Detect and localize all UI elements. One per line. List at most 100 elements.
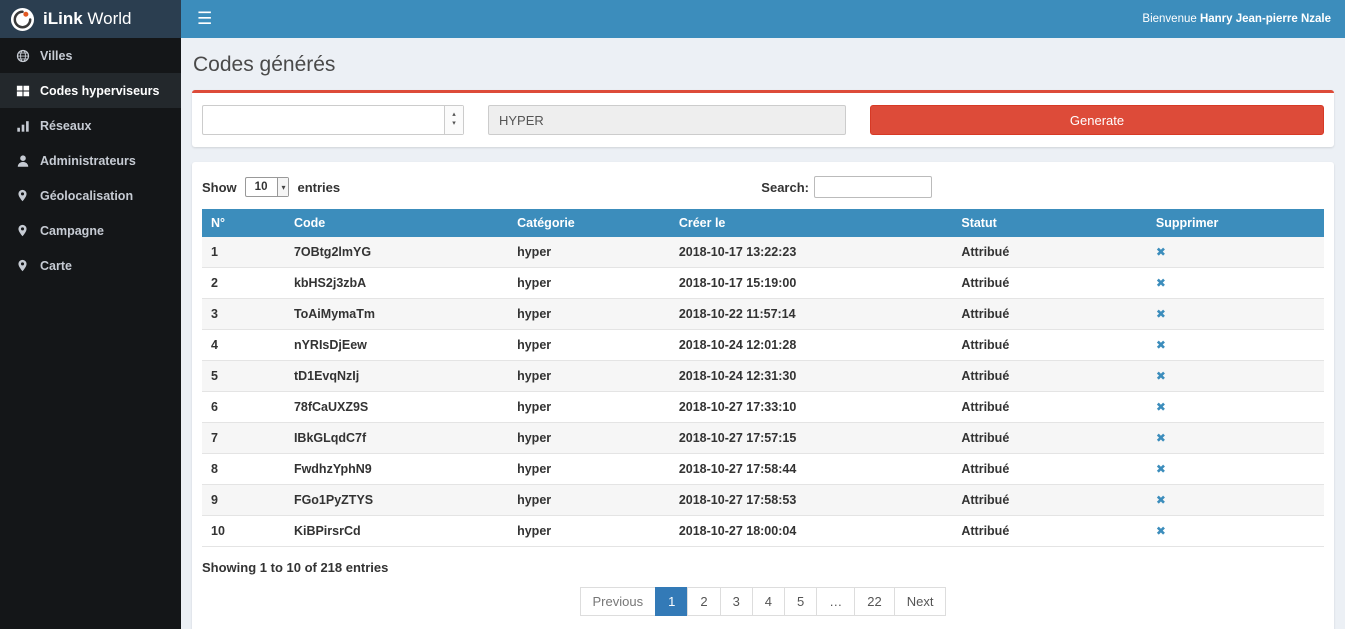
sidebar-item-label: Codes hyperviseurs (40, 84, 160, 98)
delete-x-icon[interactable]: ✖ (1156, 493, 1166, 507)
cell-category: hyper (508, 454, 670, 485)
table-row: 8FwdhzYphN9hyper2018-10-27 17:58:44Attri… (202, 454, 1324, 485)
delete-x-icon[interactable]: ✖ (1156, 245, 1166, 259)
table-row: 4nYRIsDjEewhyper2018-10-24 12:01:28Attri… (202, 330, 1324, 361)
page-title: Codes générés (193, 53, 1334, 77)
cell-created: 2018-10-27 18:00:04 (670, 516, 953, 547)
sidebar-item-campagne[interactable]: Campagne (0, 213, 181, 248)
cell-delete: ✖ (1147, 516, 1324, 547)
cell-category: hyper (508, 299, 670, 330)
cell-created: 2018-10-27 17:33:10 (670, 392, 953, 423)
brand[interactable]: iLink World (0, 0, 181, 38)
cell-status: Attribué (952, 454, 1147, 485)
cell-status: Attribué (952, 361, 1147, 392)
column-header-statut[interactable]: Statut (952, 209, 1147, 237)
cell-num: 4 (202, 330, 285, 361)
cell-created: 2018-10-27 17:58:44 (670, 454, 953, 485)
sidebar-item-villes[interactable]: Villes (0, 38, 181, 73)
navbar: ☰ Bienvenue Hanry Jean-pierre Nzale (181, 0, 1345, 38)
cell-num: 7 (202, 423, 285, 454)
delete-x-icon[interactable]: ✖ (1156, 276, 1166, 290)
hamburger-icon[interactable]: ☰ (181, 0, 228, 38)
pagination: Previous12345…22Next (202, 587, 1324, 616)
delete-x-icon[interactable]: ✖ (1156, 524, 1166, 538)
cell-created: 2018-10-27 17:58:53 (670, 485, 953, 516)
cell-num: 8 (202, 454, 285, 485)
column-header-supprimer[interactable]: Supprimer (1147, 209, 1324, 237)
map-pin-icon (15, 224, 30, 237)
sidebar-item-administrateurs[interactable]: Administrateurs (0, 143, 181, 178)
code-count-input[interactable]: ▴▾ (202, 105, 464, 135)
delete-x-icon[interactable]: ✖ (1156, 400, 1166, 414)
sidebar-item-label: Administrateurs (40, 154, 136, 168)
signal-icon (15, 119, 30, 133)
cell-status: Attribué (952, 485, 1147, 516)
page-button-3[interactable]: 3 (720, 587, 753, 616)
cell-created: 2018-10-22 11:57:14 (670, 299, 953, 330)
sidebar-item-carte[interactable]: Carte (0, 248, 181, 283)
globe-icon (15, 49, 30, 63)
column-header-n[interactable]: N° (202, 209, 285, 237)
cell-code: tD1EvqNzIj (285, 361, 508, 392)
cell-delete: ✖ (1147, 361, 1324, 392)
page-button-previous[interactable]: Previous (580, 587, 657, 616)
cell-created: 2018-10-24 12:01:28 (670, 330, 953, 361)
sidebar: Villes Codes hyperviseurs Réseaux Administr… (0, 38, 181, 629)
cell-category: hyper (508, 392, 670, 423)
cell-status: Attribué (952, 423, 1147, 454)
app-window: iLink World ☰ Bienvenue Hanry Jean-pierr… (0, 0, 1345, 629)
category-field (488, 105, 846, 135)
sidebar-item-g-olocalisation[interactable]: Géolocalisation (0, 178, 181, 213)
cell-status: Attribué (952, 299, 1147, 330)
sidebar-item-label: Carte (40, 259, 72, 273)
search-input[interactable] (814, 176, 932, 198)
table-row: 7IBkGLqdC7fhyper2018-10-27 17:57:15Attri… (202, 423, 1324, 454)
generate-button[interactable]: Generate (870, 105, 1324, 135)
delete-x-icon[interactable]: ✖ (1156, 369, 1166, 383)
sidebar-item-label: Réseaux (40, 119, 91, 133)
cell-created: 2018-10-17 15:19:00 (670, 268, 953, 299)
page-size-select[interactable]: 10 ▾ (245, 177, 290, 197)
main-content: Codes générés ▴▾ Generate Show 10 ▾ entr… (181, 38, 1345, 629)
cell-delete: ✖ (1147, 392, 1324, 423)
cell-code: kbHS2j3zbA (285, 268, 508, 299)
cell-category: hyper (508, 485, 670, 516)
page-button-4[interactable]: 4 (752, 587, 785, 616)
cell-code: IBkGLqdC7f (285, 423, 508, 454)
page-button-2[interactable]: 2 (687, 587, 720, 616)
number-spinner-icon[interactable]: ▴▾ (444, 106, 463, 134)
sidebar-item-r-seaux[interactable]: Réseaux (0, 108, 181, 143)
delete-x-icon[interactable]: ✖ (1156, 338, 1166, 352)
sidebar-item-label: Géolocalisation (40, 189, 133, 203)
delete-x-icon[interactable]: ✖ (1156, 462, 1166, 476)
cell-category: hyper (508, 516, 670, 547)
delete-x-icon[interactable]: ✖ (1156, 307, 1166, 321)
welcome-text: Bienvenue Hanry Jean-pierre Nzale (1142, 13, 1345, 25)
cell-status: Attribué (952, 392, 1147, 423)
page-button-next[interactable]: Next (894, 587, 947, 616)
cell-category: hyper (508, 330, 670, 361)
cell-created: 2018-10-17 13:22:23 (670, 237, 953, 268)
page-button-22[interactable]: 22 (854, 587, 894, 616)
cell-num: 6 (202, 392, 285, 423)
page-button-ellipsis[interactable]: … (816, 587, 855, 616)
map-pin-icon (15, 189, 30, 202)
cell-num: 5 (202, 361, 285, 392)
cell-delete: ✖ (1147, 299, 1324, 330)
column-header-cr-er-le[interactable]: Créer le (670, 209, 953, 237)
cell-num: 9 (202, 485, 285, 516)
search-label: Search: (761, 180, 809, 195)
delete-x-icon[interactable]: ✖ (1156, 431, 1166, 445)
column-header-cat-gorie[interactable]: Catégorie (508, 209, 670, 237)
cell-num: 10 (202, 516, 285, 547)
cell-code: 7OBtg2lmYG (285, 237, 508, 268)
cell-delete: ✖ (1147, 237, 1324, 268)
table-panel: Show 10 ▾ entries Search: N°CodeCatégori… (192, 162, 1334, 629)
column-header-code[interactable]: Code (285, 209, 508, 237)
page-button-5[interactable]: 5 (784, 587, 817, 616)
cell-category: hyper (508, 361, 670, 392)
cell-status: Attribué (952, 237, 1147, 268)
sidebar-item-codes-hyperviseurs[interactable]: Codes hyperviseurs (0, 73, 181, 108)
page-button-1[interactable]: 1 (655, 587, 688, 616)
cell-created: 2018-10-24 12:31:30 (670, 361, 953, 392)
